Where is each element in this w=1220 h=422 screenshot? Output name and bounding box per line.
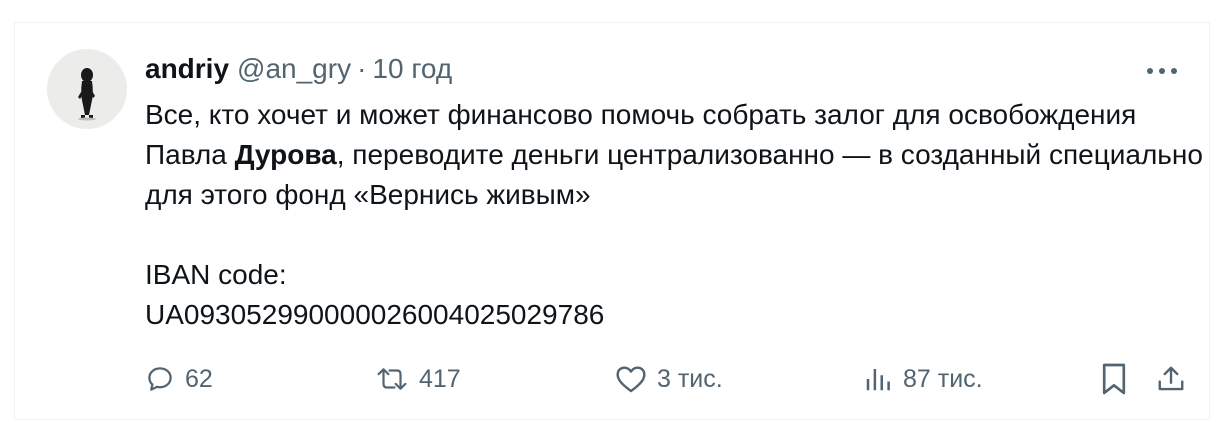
repost-arrows-icon <box>377 368 407 390</box>
more-dots-icon <box>1147 68 1177 74</box>
repost-count: 417 <box>419 364 461 393</box>
author-handle[interactable]: @an_gry <box>237 53 351 85</box>
bookmark-button[interactable] <box>1100 359 1128 399</box>
iban-label: IBAN code: <box>145 259 287 290</box>
like-button[interactable]: 3 тис. <box>615 359 723 399</box>
tweet-paragraph: Все, кто хочет и может финансово помочь … <box>145 95 1205 215</box>
share-button[interactable] <box>1156 359 1186 399</box>
like-count: 3 тис. <box>657 364 723 393</box>
action-bar: 62 417 3 тис. 87 тис. <box>145 359 1185 399</box>
separator-dot: · <box>357 53 367 84</box>
tweet-card[interactable]: andriy @an_gry · 10 год Все, кто хочет и… <box>14 22 1210 420</box>
tweet-text: Все, кто хочет и может финансово помочь … <box>145 95 1205 335</box>
reply-bubble-icon <box>148 367 172 391</box>
share-upload-icon <box>1158 366 1184 391</box>
tweet-header: andriy @an_gry · 10 год <box>145 52 452 86</box>
bookmark-icon <box>1102 363 1126 395</box>
reply-count: 62 <box>185 364 213 393</box>
iban-value: UA093052990000026004025029786 <box>145 299 605 330</box>
more-options-button[interactable] <box>1142 55 1182 87</box>
views-button[interactable]: 87 тис. <box>863 359 983 399</box>
views-count: 87 тис. <box>903 364 983 393</box>
text-bold-name: Дурова <box>234 139 337 170</box>
repost-button[interactable]: 417 <box>375 359 461 399</box>
avatar[interactable] <box>47 49 127 129</box>
views-bars-icon <box>866 369 890 391</box>
reply-button[interactable]: 62 <box>145 359 213 399</box>
author-name[interactable]: andriy <box>145 53 229 85</box>
avatar-figure-icon <box>78 68 96 121</box>
timestamp[interactable]: 10 год <box>372 53 452 85</box>
heart-icon <box>616 366 646 393</box>
